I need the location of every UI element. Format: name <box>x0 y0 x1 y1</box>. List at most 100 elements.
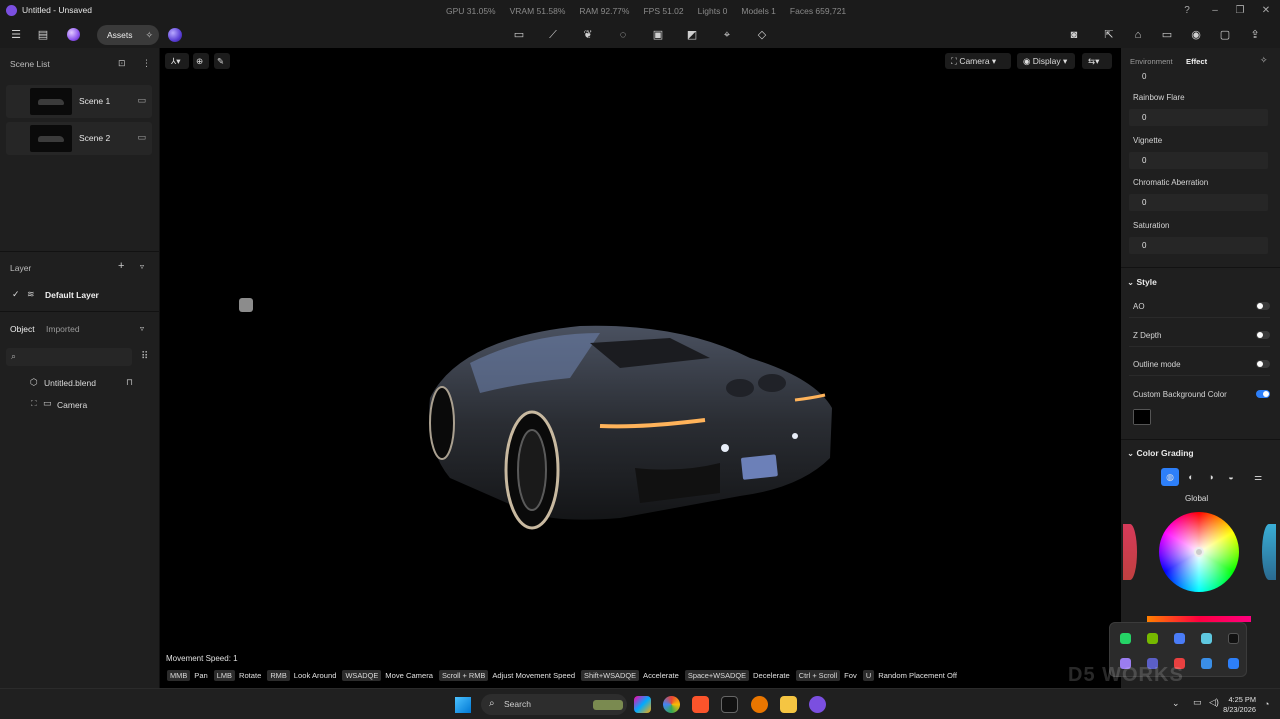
export-icon[interactable]: ⇱ <box>1101 27 1117 43</box>
cloud-icon[interactable] <box>1201 633 1212 644</box>
chromatic-aberration-input[interactable]: 0 <box>1129 194 1268 211</box>
app-icon[interactable] <box>721 696 738 713</box>
app-icon[interactable] <box>1228 633 1239 644</box>
midtones-mode-icon[interactable]: ◑ <box>1202 468 1220 486</box>
grid-view-icon[interactable]: ⠿ <box>141 351 148 362</box>
highlights-mode-icon[interactable]: ◒ <box>1222 468 1240 486</box>
pin-icon[interactable]: ✧ <box>1260 55 1268 66</box>
next-wheel-preview[interactable] <box>1262 524 1276 580</box>
close-icon[interactable]: ✕ <box>1259 4 1273 18</box>
background-color-swatch[interactable] <box>1133 409 1151 425</box>
custom-background-toggle[interactable] <box>1256 390 1270 398</box>
camera-icon[interactable]: ▭ <box>137 95 146 106</box>
layout-icon[interactable]: ▭ <box>1159 27 1175 43</box>
app-icon[interactable] <box>1228 658 1239 669</box>
volume-icon[interactable]: ◁) <box>1209 697 1219 708</box>
path-tool-icon[interactable]: ⟋ <box>545 27 561 43</box>
blender-icon[interactable] <box>751 696 768 713</box>
vignette-input[interactable]: 0 <box>1129 152 1268 169</box>
assets-button[interactable]: Assets ✧ <box>97 25 159 45</box>
particle-tool-icon[interactable]: ◌ <box>615 27 631 43</box>
menu-icon[interactable]: ☰ <box>8 27 24 43</box>
color-wheel[interactable] <box>1159 512 1239 592</box>
tab-environment[interactable]: Environment <box>1130 57 1173 66</box>
color-wheel-handle[interactable] <box>1194 547 1204 557</box>
outline-mode-toggle[interactable] <box>1256 360 1270 368</box>
scene-item-1[interactable]: Scene 1 ▭ <box>6 85 152 118</box>
brave-icon[interactable] <box>692 696 709 713</box>
maximize-icon[interactable]: ❐ <box>1233 4 1247 18</box>
camera-dropdown[interactable]: ⛶ Camera ▾ <box>945 53 1011 69</box>
ai-assistant-icon[interactable] <box>67 28 80 41</box>
style-title: Style <box>1136 277 1157 287</box>
car-model[interactable] <box>420 318 840 538</box>
scene-thumbnail <box>30 88 72 115</box>
tab-imported[interactable]: Imported <box>46 324 80 334</box>
camera-tool-icon[interactable]: ▣ <box>650 27 666 43</box>
camera-marker-icon[interactable] <box>239 298 253 312</box>
view-options-icon[interactable]: ⇆▾ <box>1082 53 1112 69</box>
d5-render-icon[interactable] <box>809 696 826 713</box>
shadows-mode-icon[interactable]: ◐ <box>1182 468 1200 486</box>
chrome-icon[interactable] <box>663 696 680 713</box>
default-layer-label[interactable]: Default Layer <box>45 290 99 300</box>
prev-wheel-preview[interactable] <box>1123 524 1137 580</box>
globe-icon[interactable]: ⊕ <box>193 53 209 69</box>
notification-icon[interactable]: ◔ <box>1264 699 1269 709</box>
whatsapp-icon[interactable] <box>1120 633 1131 644</box>
tree-item-camera[interactable]: Camera <box>57 400 87 410</box>
color-grading-section-header[interactable]: ⌄ Color Grading <box>1127 448 1194 459</box>
global-mode-icon[interactable]: ◍ <box>1161 468 1179 486</box>
display-dropdown[interactable]: ◉ Display ▾ <box>1017 53 1075 69</box>
location-icon[interactable]: ⌂ <box>1130 27 1146 43</box>
saturation-input[interactable]: 0 <box>1129 237 1268 254</box>
terrain-tool-icon[interactable]: ◇ <box>754 27 770 43</box>
z-depth-toggle[interactable] <box>1256 331 1270 339</box>
import-file-icon[interactable]: ▤ <box>35 27 51 43</box>
more-options-icon[interactable]: ⋮ <box>142 58 151 69</box>
video-icon[interactable]: ▢ <box>1217 27 1233 43</box>
onedrive-icon[interactable] <box>1201 658 1212 669</box>
upload-icon[interactable]: ⇪ <box>1247 27 1263 43</box>
transform-icon[interactable]: ⅄▾ <box>165 53 189 69</box>
chevron-up-icon[interactable]: ⌄ <box>1172 698 1180 709</box>
rainbow-flare-input[interactable]: 0 <box>1129 109 1268 126</box>
leaf-tool-icon[interactable]: ❦ <box>580 27 596 43</box>
render-camera-icon[interactable]: ◉ <box>1188 27 1204 43</box>
windows-start-icon[interactable] <box>455 697 471 713</box>
camera-icon[interactable]: ▭ <box>137 132 146 143</box>
minimize-icon[interactable]: – <box>1208 4 1222 18</box>
check-icon[interactable]: ✓ <box>12 289 20 300</box>
add-scene-icon[interactable]: ⊡ <box>118 58 126 69</box>
filter-icon[interactable]: ▿ <box>140 262 144 271</box>
toggle-label: Z Depth <box>1133 331 1162 340</box>
object-search-input[interactable]: ⌕ <box>6 348 132 366</box>
add-layer-icon[interactable]: + <box>118 260 124 272</box>
sliders-icon[interactable]: ⚌ <box>1249 468 1267 486</box>
render-orb-icon[interactable] <box>168 28 182 42</box>
file-explorer-icon[interactable] <box>780 696 797 713</box>
tab-effect[interactable]: Effect <box>1186 57 1207 66</box>
frame-icon: ⛶ <box>31 399 37 408</box>
copilot-icon[interactable] <box>634 696 651 713</box>
style-section-header[interactable]: ⌄ Style <box>1127 277 1157 288</box>
3d-viewport[interactable]: ⅄▾ ⊕ ✎ ⛶ Camera ▾ ◉ Display ▾ ⇆▾ Movemen… <box>160 48 1121 688</box>
ao-toggle[interactable] <box>1256 302 1270 310</box>
taskbar-search[interactable]: ⌕ Search <box>481 694 627 715</box>
filter-icon[interactable]: ▿ <box>140 324 144 333</box>
material-tool-icon[interactable]: ◩ <box>684 27 700 43</box>
tab-object[interactable]: Object <box>10 324 35 334</box>
lock-icon[interactable]: ⊓ <box>126 377 133 388</box>
tree-item-model[interactable]: Untitled.blend <box>44 378 96 388</box>
scene-item-2[interactable]: Scene 2 ▭ <box>6 122 152 155</box>
nvidia-icon[interactable] <box>1147 633 1158 644</box>
camera-shot-icon[interactable]: ◙ <box>1066 27 1082 43</box>
network-icon[interactable]: ▭ <box>1193 697 1202 708</box>
taskbar-clock[interactable]: 4:25 PM 8/23/2026 <box>1223 695 1256 715</box>
rectangle-tool-icon[interactable]: ▭ <box>511 27 527 43</box>
hint-item: LMB Rotate <box>213 670 261 681</box>
scatter-tool-icon[interactable]: ⌖ <box>719 27 735 43</box>
app-icon[interactable] <box>1174 633 1185 644</box>
help-icon[interactable]: ? <box>1180 4 1194 18</box>
pen-icon[interactable]: ✎ <box>214 53 230 69</box>
